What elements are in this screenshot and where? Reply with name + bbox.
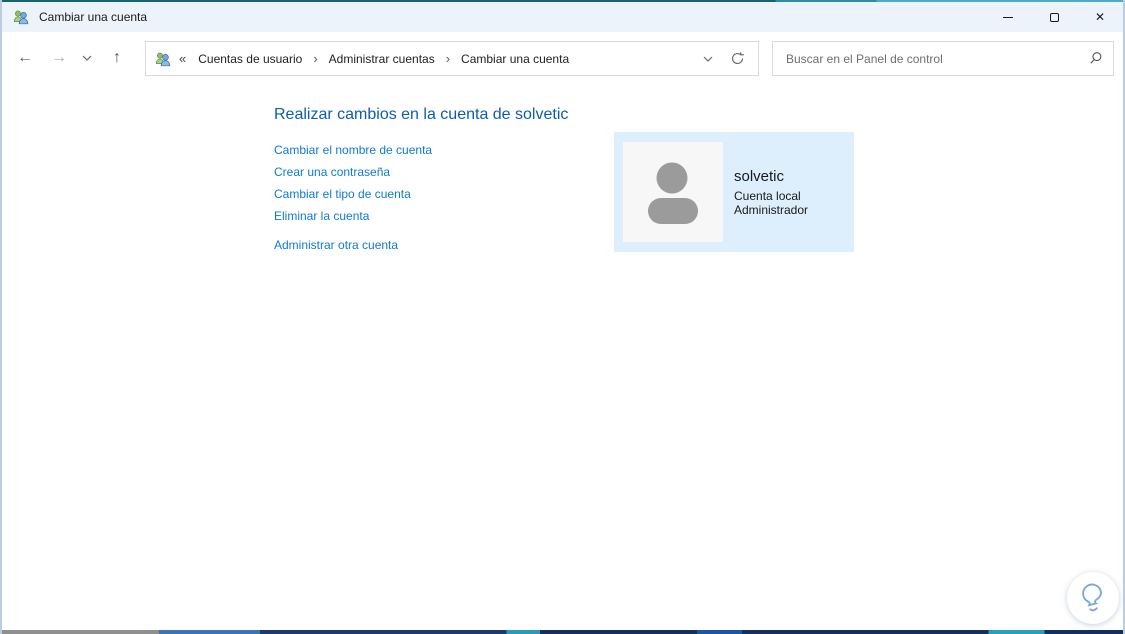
help-tips-button[interactable] bbox=[1067, 572, 1119, 624]
window-controls: ✕ bbox=[985, 2, 1123, 32]
nav-buttons: ← → ↑ bbox=[10, 44, 132, 72]
account-kind: Cuenta local bbox=[734, 189, 801, 203]
chevron-down-icon bbox=[703, 56, 713, 62]
maximize-button[interactable] bbox=[1031, 2, 1077, 32]
breadcrumb-overflow[interactable]: « bbox=[179, 51, 186, 66]
minimize-button[interactable] bbox=[985, 2, 1031, 32]
recent-pages-dropdown[interactable] bbox=[76, 44, 98, 72]
page-title: Realizar cambios en la cuenta de solveti… bbox=[274, 106, 569, 123]
person-icon bbox=[648, 162, 698, 224]
up-button[interactable]: ↑ bbox=[102, 44, 132, 72]
user-accounts-icon bbox=[13, 9, 29, 25]
back-button[interactable]: ← bbox=[10, 44, 40, 72]
maximize-icon bbox=[1049, 12, 1059, 22]
refresh-icon bbox=[731, 52, 744, 64]
search-icon[interactable] bbox=[1077, 51, 1113, 66]
user-avatar bbox=[623, 142, 723, 242]
chevron-down-icon bbox=[82, 55, 92, 61]
control-panel-window: Cambiar una cuenta ✕ ← → ↑ « Cuentas de … bbox=[0, 0, 1125, 634]
user-accounts-icon bbox=[155, 51, 171, 67]
address-bar[interactable]: « Cuentas de usuario › Administrar cuent… bbox=[145, 41, 759, 76]
link-manage-other-account[interactable]: Administrar otra cuenta bbox=[274, 234, 432, 256]
refresh-button[interactable] bbox=[720, 42, 754, 75]
link-change-account-type[interactable]: Cambiar el tipo de cuenta bbox=[274, 183, 432, 205]
forward-button[interactable]: → bbox=[44, 44, 74, 72]
link-create-password[interactable]: Crear una contraseña bbox=[274, 161, 432, 183]
address-bar-right bbox=[696, 42, 758, 75]
window-title: Cambiar una cuenta bbox=[39, 10, 148, 24]
breadcrumb-separator[interactable]: › bbox=[313, 51, 317, 66]
account-card: solvetic Cuenta local Administrador bbox=[614, 132, 854, 252]
account-name: solvetic bbox=[734, 168, 785, 185]
search-input[interactable] bbox=[773, 42, 1077, 75]
breadcrumb-separator[interactable]: › bbox=[446, 51, 450, 66]
search-box bbox=[772, 41, 1114, 76]
window-bottom-border bbox=[2, 630, 1123, 634]
minimize-icon bbox=[1003, 16, 1013, 18]
close-button[interactable]: ✕ bbox=[1077, 2, 1123, 32]
address-dropdown-button[interactable] bbox=[696, 56, 720, 62]
close-icon: ✕ bbox=[1094, 10, 1106, 24]
task-links: Cambiar el nombre de cuenta Crear una co… bbox=[274, 139, 432, 256]
link-change-account-name[interactable]: Cambiar el nombre de cuenta bbox=[274, 139, 432, 161]
breadcrumb-item-cambiar-una-cuenta[interactable]: Cambiar una cuenta bbox=[459, 52, 571, 66]
breadcrumb-item-administrar-cuentas[interactable]: Administrar cuentas bbox=[327, 52, 437, 66]
titlebar: Cambiar una cuenta ✕ bbox=[2, 2, 1123, 32]
link-delete-account[interactable]: Eliminar la cuenta bbox=[274, 205, 432, 227]
account-role: Administrador bbox=[734, 203, 809, 217]
account-info: solvetic Cuenta local Administrador bbox=[734, 167, 808, 217]
breadcrumb-item-cuentas-de-usuario[interactable]: Cuentas de usuario bbox=[196, 52, 304, 66]
lightbulb-icon bbox=[1082, 583, 1102, 612]
